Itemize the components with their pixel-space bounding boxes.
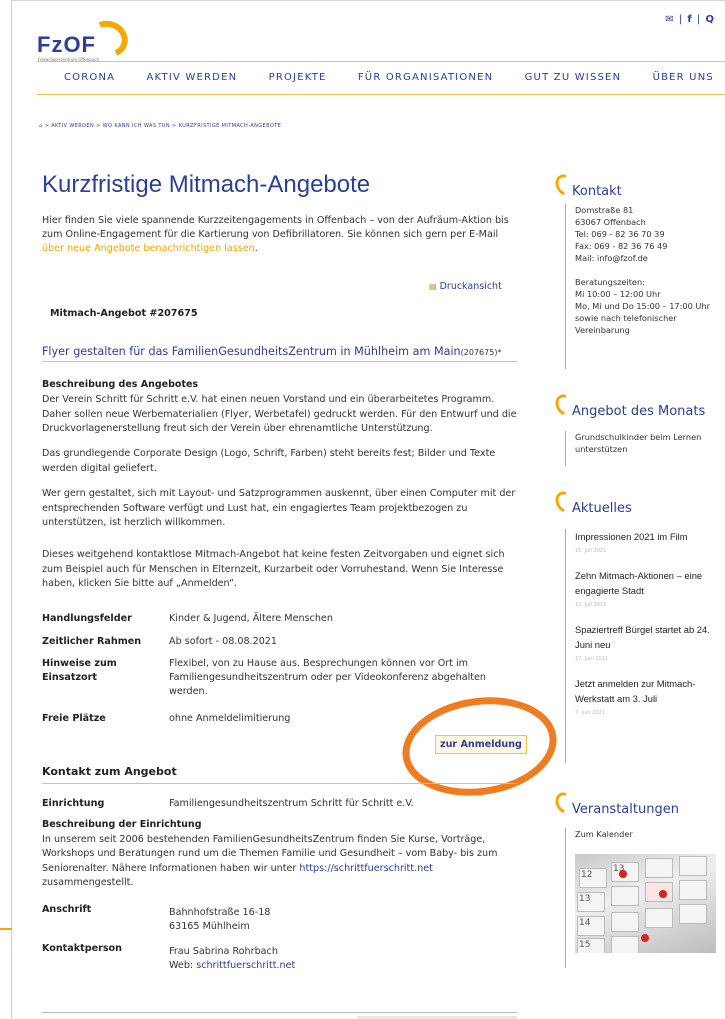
main-nav: CORONA AKTIV WERDEN PROJEKTE FÜR ORGANIS… [64,72,714,83]
offer-title: Flyer gestalten für das FamilienGesundhe… [42,345,517,362]
institution-heading: Beschreibung der Einrichtung [42,819,202,830]
institution-link[interactable]: https://schrittfuerschritt.net [299,863,432,874]
news-item[interactable]: Zehn Mitmach-Aktionen – eine engagierte … [575,568,715,598]
nav-item-projekte[interactable]: PROJEKTE [269,72,327,83]
calendar-image[interactable]: 12 13 13 14 15 [575,854,716,953]
facebook-icon[interactable]: f [687,14,692,25]
sidebar-month-offer[interactable]: Grundschulkinder beim Lernen unterstütze… [565,431,715,466]
intro-text: Hier finden Sie viele spannende Kurzzeit… [42,215,509,254]
description-paragraph: Der Verein Schritt für Schritt e.V. hat … [42,394,517,434]
description-heading: Beschreibung des Angebotes [42,379,199,390]
sidebar-heading: Angebot des Monats [551,390,705,420]
edge-accent [0,928,12,930]
logo[interactable]: FzOF Freiwilligenzentrum Offenbach [37,13,137,63]
description-paragraph: Dieses weitgehend kontaktlose Mitmach-An… [42,549,505,589]
nav-item-organisationen[interactable]: FÜR ORGANISATIONEN [358,72,493,83]
news-item[interactable]: Jetzt anmelden zur Mitmach-Werkstatt am … [575,676,715,706]
web-link[interactable]: schrittfuerschritt.net [196,960,295,971]
sidebar-heading: Kontakt [551,170,622,200]
nav-border-bottom [37,94,725,95]
description-paragraph: Wer gern gestaltet, sich mit Layout- und… [42,488,516,528]
mail-icon[interactable]: ✉ [665,14,674,25]
news-item[interactable]: Impressionen 2021 im Film [575,529,715,544]
description-paragraph: Das grundlegende Corporate Design (Logo,… [42,448,496,474]
offer-id: Mitmach-Angebot #207675 [50,308,198,319]
register-button[interactable]: zur Anmeldung [435,735,527,754]
page-title: Kurzfristige Mitmach-Angebote [42,171,371,198]
sidebar-news: Impressionen 2021 im Film 15. Juli 2021 Z… [565,529,715,763]
sidebar-heading: Aktuelles [551,487,632,517]
footer-divider [42,1012,517,1013]
calendar-link[interactable]: Zum Kalender [575,828,715,840]
sidebar-events: Zum Kalender 12 13 13 14 15 [565,828,716,968]
sidebar-contact: Domstraße 81 63067 Offenbach Tel: 069 - 82… [565,204,715,369]
sidebar-heading: Veranstaltungen [551,788,679,818]
nav-item-aktiv-werden[interactable]: AKTIV WERDEN [147,72,238,83]
nav-item-corona[interactable]: CORONA [64,72,115,83]
logo-text: FzOF [37,32,96,57]
print-icon: ▤ [429,282,437,291]
nav-item-ueber-uns[interactable]: ÜBER UNS [653,72,714,83]
breadcrumb[interactable]: ⌂ > AKTIV WERDEN > WO KANN ICH WAS TUN >… [39,123,281,129]
institution-description: In unserem seit 2006 bestehenden Familie… [42,834,498,888]
subscribe-link[interactable]: über neue Angebote benachrichtigen lasse… [42,243,255,254]
nav-border-top [37,61,725,62]
contact-heading: Kontakt zum Angebot [42,765,517,784]
print-link[interactable]: ▤ Druckansicht [429,281,502,292]
search-icon[interactable]: Q [705,14,715,25]
top-icons: ✉ | f | Q [665,14,715,25]
nav-item-gut-zu-wissen[interactable]: GUT ZU WISSEN [525,72,622,83]
news-item[interactable]: Spaziertreff Bürgel startet ab 24. Juni … [575,622,715,652]
page: ✉ | f | Q FzOF Freiwilligenzentrum Offen… [11,0,725,1019]
